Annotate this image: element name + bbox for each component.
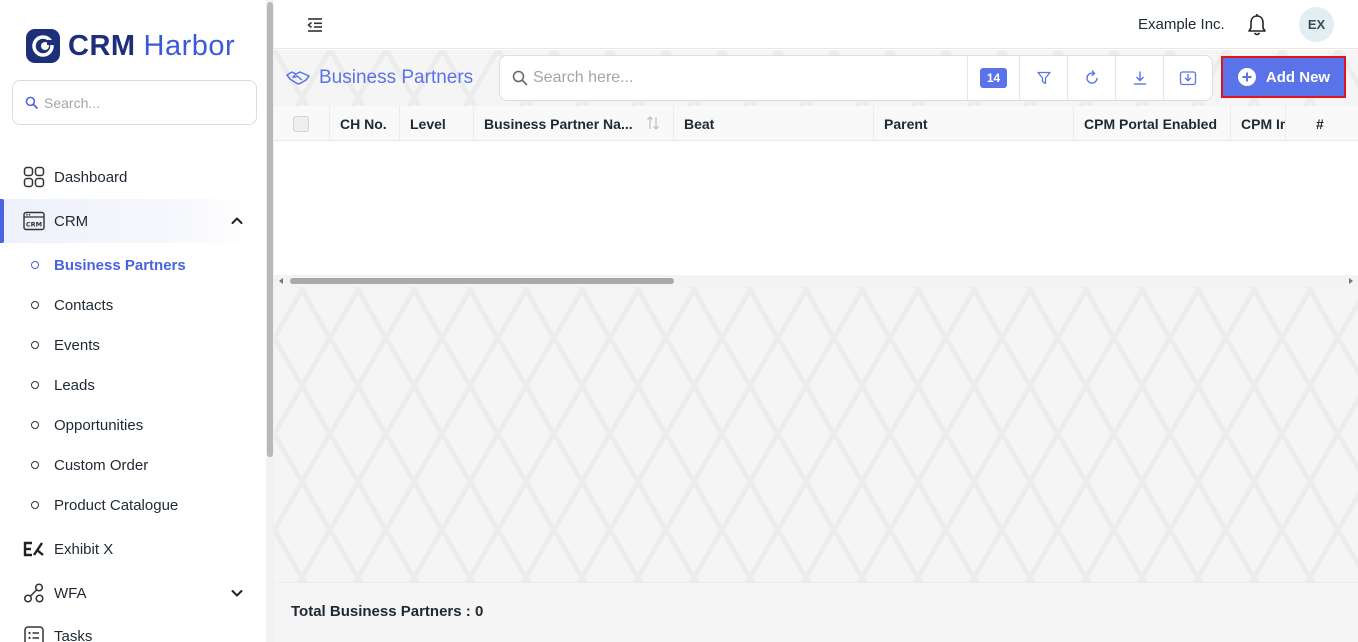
bullet-icon [31,341,39,349]
export-tray-icon [1179,71,1196,86]
page-title: Business Partners [286,67,473,89]
brand-name-part2: Harbor [143,29,236,62]
sidebar-subitem-label: Contacts [54,296,114,314]
table-toolbar: 14 [499,55,1213,101]
exhibit-x-icon [23,538,45,560]
sidebar-item-wfa[interactable]: WFA [0,571,255,615]
notification-bell-icon[interactable] [1246,13,1268,37]
sidebar-subitem-business-partners[interactable]: Business Partners [0,245,255,285]
scroll-right-arrow-icon[interactable] [1349,278,1353,284]
bullet-icon [31,461,39,469]
table-horizontal-scrollbar[interactable] [274,275,1358,287]
sidebar-item-label: Tasks [54,627,93,642]
sort-arrows-icon[interactable] [645,115,661,131]
select-all-cell [274,106,330,141]
sidebar-subitem-product-catalogue[interactable]: Product Catalogue [0,485,255,525]
bullet-icon [31,421,39,429]
table-scrollbar-thumb[interactable] [290,278,674,284]
brand-logo[interactable]: CRM Harbor [24,26,235,66]
crm-harbor-logo-icon [26,29,60,63]
sidebar-item-dashboard[interactable]: Dashboard [0,155,255,199]
add-new-label: Add New [1265,68,1331,86]
business-partners-table: CH No. Level Business Partner Na... Beat… [274,106,1358,275]
records-search-input[interactable] [533,69,963,87]
sidebar-search[interactable] [12,80,257,125]
sidebar-item-exhibit-x[interactable]: Exhibit X [0,527,255,571]
sidebar-subitem-label: Business Partners [54,256,186,274]
filter-icon [1036,71,1051,85]
chevron-down-icon[interactable] [228,584,246,602]
sidebar: CRMHarbor Dashboard CRM CRM Business Par… [0,0,266,642]
column-header-parent[interactable]: Parent [874,106,1074,141]
refresh-button[interactable] [1067,56,1115,100]
sidebar-item-label: Dashboard [54,168,128,186]
svg-text:CRM: CRM [26,221,42,229]
bullet-icon [31,261,39,269]
filter-button[interactable] [1019,56,1067,100]
wfa-nodes-icon [23,582,45,604]
user-avatar[interactable]: EX [1299,7,1334,42]
page-title-text: Business Partners [319,67,474,88]
add-new-button[interactable]: Add New [1221,56,1346,98]
column-header-label: Business Partner Na... [484,115,633,132]
company-name: Example Inc. [1138,16,1225,33]
plus-circle-icon [1237,68,1256,86]
table-footer: Total Business Partners : 0 [274,582,1358,642]
column-header-actions: # [1316,115,1324,132]
export-button[interactable] [1163,56,1211,100]
column-header-beat[interactable]: Beat [674,106,874,141]
dashboard-grid-icon [23,166,45,188]
total-count-label: Total Business Partners : 0 [291,603,484,620]
record-count-value: 14 [979,68,1008,88]
sidebar-subitem-label: Leads [54,376,95,394]
chevron-up-icon[interactable] [228,212,246,230]
download-button[interactable] [1115,56,1163,100]
crm-icon: CRM [23,210,45,232]
table-header-row: CH No. Level Business Partner Na... Beat… [274,106,1358,141]
brand-name-part1: CRM [68,29,136,62]
scroll-left-arrow-icon[interactable] [279,278,283,284]
tasks-list-icon [23,625,45,642]
top-header: Example Inc. EX [274,0,1358,49]
select-all-checkbox[interactable] [293,115,309,132]
column-header-cpm-in[interactable]: CPM In [1231,106,1286,141]
column-header-level[interactable]: Level [400,106,474,141]
sidebar-subitem-contacts[interactable]: Contacts [0,285,255,325]
column-header-business-partner-name[interactable]: Business Partner Na... [474,106,674,141]
sidebar-subitem-events[interactable]: Events [0,325,255,365]
sidebar-subitem-opportunities[interactable]: Opportunities [0,405,255,445]
sidebar-subitem-leads[interactable]: Leads [0,365,255,405]
column-header-cpm-portal-enabled[interactable]: CPM Portal Enabled [1074,106,1231,141]
search-icon [512,70,528,86]
search-icon [25,96,38,109]
bullet-icon [31,501,39,509]
sidebar-subitem-label: Opportunities [54,416,144,434]
handshake-icon [286,71,310,85]
main-content: Business Partners 14 Add New [274,50,1358,642]
sidebar-item-label: WFA [54,584,87,602]
sidebar-subitem-label: Events [54,336,100,354]
record-count-badge: 14 [967,56,1019,100]
sidebar-item-tasks[interactable]: Tasks [0,614,255,642]
sidebar-item-label: Exhibit X [54,540,114,558]
sidebar-search-input[interactable] [44,94,234,111]
sidebar-item-crm[interactable]: CRM CRM [0,199,255,243]
column-header-ch-no[interactable]: CH No. [330,106,400,141]
sidebar-subitem-label: Custom Order [54,456,149,474]
sidebar-subitem-label: Product Catalogue [54,496,179,514]
download-icon [1133,71,1146,85]
bullet-icon [31,381,39,389]
sidebar-scrollbar-thumb[interactable] [267,2,273,457]
menu-collapse-icon[interactable] [305,15,325,35]
sidebar-subitem-custom-order[interactable]: Custom Order [0,445,255,485]
sidebar-item-label: CRM [54,212,89,230]
bullet-icon [31,301,39,309]
refresh-icon [1085,70,1098,84]
